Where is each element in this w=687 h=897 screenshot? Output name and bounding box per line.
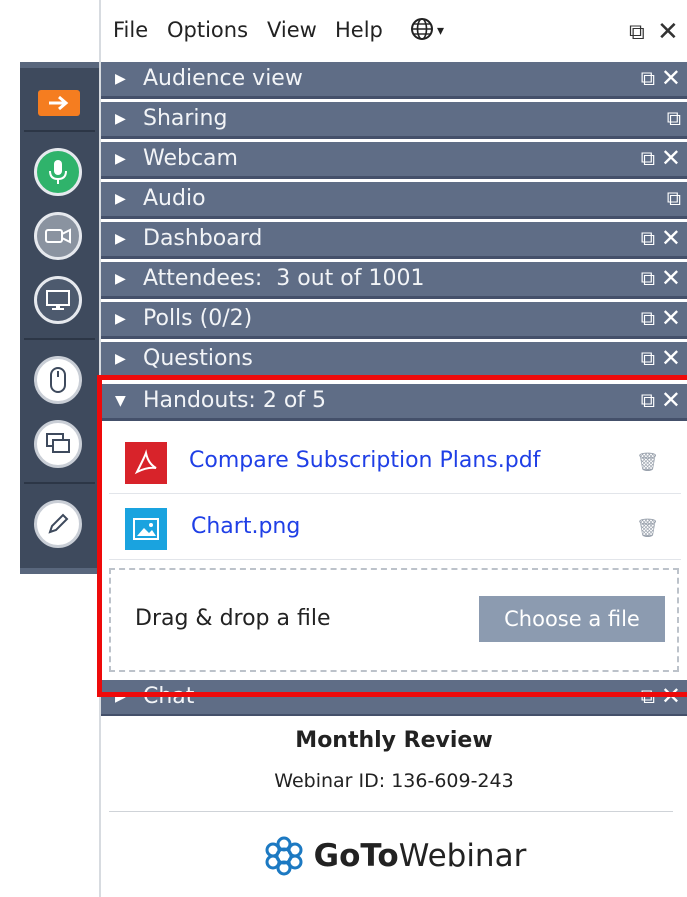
pane-label: Sharing bbox=[143, 106, 228, 131]
webinar-id: Webinar ID: 136-609-243 bbox=[274, 770, 514, 792]
microphone-icon[interactable] bbox=[34, 148, 82, 196]
webinar-title: Monthly Review bbox=[295, 728, 493, 753]
popout-icon[interactable]: ⧉ bbox=[641, 266, 655, 290]
choose-file-button[interactable]: Choose a file bbox=[479, 596, 665, 642]
popout-icon[interactable]: ⧉ bbox=[641, 346, 655, 370]
close-icon[interactable]: ✕ bbox=[661, 64, 681, 92]
pane-polls[interactable]: ▶ Polls (0/2) ⧉ ✕ bbox=[101, 302, 687, 339]
pane-label: Webcam bbox=[143, 146, 238, 171]
popout-icon[interactable]: ⧉ bbox=[667, 106, 681, 130]
screens-icon[interactable] bbox=[34, 420, 82, 468]
list-item[interactable]: Chart.png 🗑 bbox=[109, 496, 681, 560]
trash-icon[interactable]: 🗑 bbox=[636, 452, 659, 473]
chevron-down-icon: ▾ bbox=[437, 23, 445, 39]
chevron-right-icon: ▶ bbox=[115, 111, 126, 127]
pdf-file-icon bbox=[125, 442, 167, 484]
arrow-right-icon[interactable] bbox=[38, 90, 80, 116]
image-file-icon bbox=[125, 508, 167, 550]
menu-bar: File Options View Help ▾ ⧉ ✕ bbox=[101, 0, 687, 62]
brand-go: GoTo bbox=[313, 838, 399, 874]
pane-label: Handouts: 2 of 5 bbox=[143, 388, 327, 413]
file-dropzone[interactable]: Drag & drop a file Choose a file bbox=[109, 568, 679, 672]
screen-icon[interactable] bbox=[34, 276, 82, 324]
pane-questions[interactable]: ▶ Questions ⧉ ✕ bbox=[101, 342, 687, 379]
popout-icon[interactable]: ⧉ bbox=[641, 226, 655, 250]
pane-audience-view[interactable]: ▶ Audience view ⧉ ✕ bbox=[101, 62, 687, 99]
handouts-pane-body: Compare Subscription Plans.pdf 🗑 Chart.p… bbox=[107, 428, 683, 672]
pane-handouts[interactable]: ▼ Handouts: 2 of 5 ⧉ ✕ bbox=[101, 384, 687, 421]
close-icon[interactable]: ✕ bbox=[661, 224, 681, 252]
toolbar-divider bbox=[24, 130, 95, 132]
pane-label: Questions bbox=[143, 346, 253, 371]
globe-icon bbox=[411, 18, 433, 40]
chevron-right-icon: ▶ bbox=[115, 351, 126, 367]
pane-label: Audience view bbox=[143, 66, 303, 91]
close-icon[interactable]: ✕ bbox=[661, 386, 681, 414]
toolbar-divider bbox=[24, 482, 95, 484]
mouse-icon[interactable] bbox=[34, 356, 82, 404]
toolbar-divider bbox=[24, 338, 95, 340]
pane-sharing[interactable]: ▶ Sharing ⧉ bbox=[101, 102, 687, 139]
chevron-right-icon: ▶ bbox=[115, 271, 126, 287]
chevron-right-icon: ▶ bbox=[115, 151, 126, 167]
pane-label: Chat bbox=[143, 684, 195, 709]
pane-label: Attendees: 3 out of 1001 bbox=[143, 266, 425, 291]
pane-dashboard[interactable]: ▶ Dashboard ⧉ ✕ bbox=[101, 222, 687, 259]
gotowebinar-logo: GoTo Webinar bbox=[101, 834, 687, 878]
popout-icon[interactable]: ⧉ bbox=[641, 684, 655, 708]
webcam-icon[interactable] bbox=[34, 212, 82, 260]
chevron-right-icon: ▶ bbox=[115, 71, 126, 87]
close-icon[interactable]: ✕ bbox=[661, 264, 681, 292]
close-icon[interactable]: ✕ bbox=[661, 344, 681, 372]
popout-icon[interactable]: ⧉ bbox=[641, 66, 655, 90]
pane-label: Audio bbox=[143, 186, 206, 211]
popout-icon[interactable]: ⧉ bbox=[641, 306, 655, 330]
language-menu[interactable]: ▾ bbox=[409, 16, 444, 42]
close-icon[interactable]: ✕ bbox=[661, 304, 681, 332]
chevron-down-icon: ▼ bbox=[115, 393, 126, 409]
file-name[interactable]: Chart.png bbox=[191, 514, 300, 539]
chevron-right-icon: ▶ bbox=[115, 689, 126, 705]
chevron-right-icon: ▶ bbox=[115, 311, 126, 327]
footer-divider bbox=[109, 811, 673, 812]
pane-label: Polls (0/2) bbox=[143, 306, 253, 331]
popout-icon[interactable]: ⧉ bbox=[667, 186, 681, 210]
menu-help[interactable]: Help bbox=[335, 18, 383, 42]
list-item[interactable]: Compare Subscription Plans.pdf 🗑 bbox=[109, 430, 681, 494]
pane-label: Dashboard bbox=[143, 226, 263, 251]
pane-audio[interactable]: ▶ Audio ⧉ bbox=[101, 182, 687, 219]
menu-file[interactable]: File bbox=[113, 18, 148, 42]
brand-webinar: Webinar bbox=[398, 838, 527, 874]
chevron-right-icon: ▶ bbox=[115, 191, 126, 207]
flower-logo-icon bbox=[265, 836, 303, 876]
pane-attendees[interactable]: ▶ Attendees: 3 out of 1001 ⧉ ✕ bbox=[101, 262, 687, 299]
close-icon[interactable]: ✕ bbox=[657, 17, 679, 47]
webinar-footer: Monthly Review Webinar ID: 136-609-243 G… bbox=[101, 716, 687, 897]
menu-view[interactable]: View bbox=[267, 18, 317, 42]
popout-icon[interactable]: ⧉ bbox=[641, 388, 655, 412]
pen-icon[interactable] bbox=[34, 500, 82, 548]
close-icon[interactable]: ✕ bbox=[661, 682, 681, 710]
pane-webcam[interactable]: ▶ Webcam ⧉ ✕ bbox=[101, 142, 687, 179]
menu-options[interactable]: Options bbox=[167, 18, 248, 42]
close-icon[interactable]: ✕ bbox=[661, 144, 681, 172]
pane-chat[interactable]: ▶ Chat ⧉ ✕ bbox=[101, 680, 687, 717]
dropzone-text: Drag & drop a file bbox=[135, 606, 331, 631]
popout-icon[interactable]: ⧉ bbox=[629, 20, 645, 45]
control-panel: File Options View Help ▾ ⧉ ✕ ▶ Audience … bbox=[99, 0, 687, 897]
trash-icon[interactable]: 🗑 bbox=[636, 518, 659, 539]
left-toolbar bbox=[20, 62, 99, 574]
popout-icon[interactable]: ⧉ bbox=[641, 146, 655, 170]
file-name[interactable]: Compare Subscription Plans.pdf bbox=[189, 448, 540, 473]
chevron-right-icon: ▶ bbox=[115, 231, 126, 247]
